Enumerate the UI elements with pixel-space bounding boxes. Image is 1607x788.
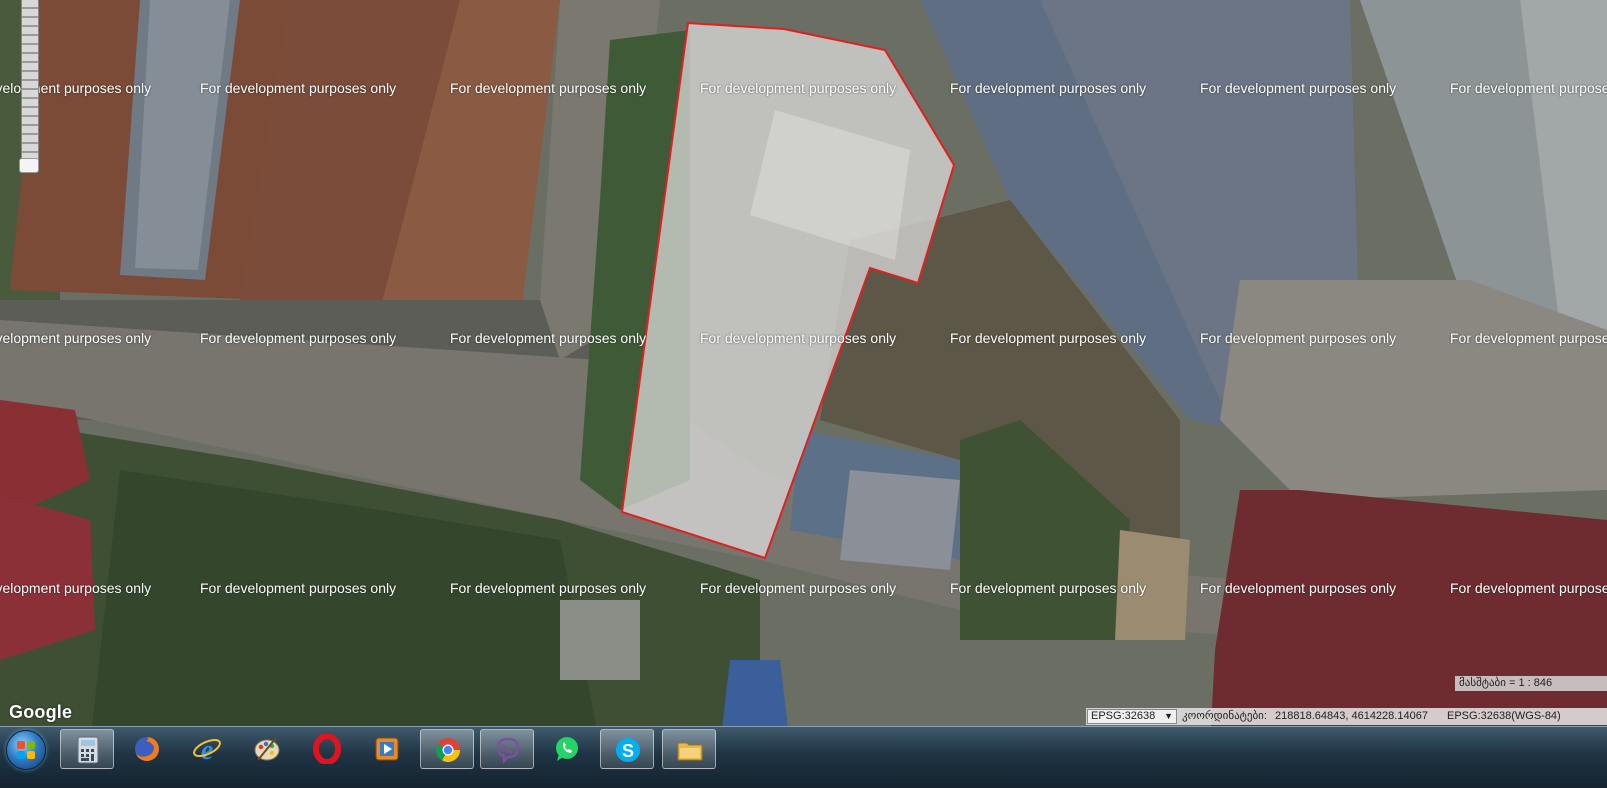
viber-icon [496, 737, 520, 765]
opera-icon [313, 734, 341, 764]
svg-text:S: S [622, 741, 634, 761]
whatsapp-icon [556, 737, 578, 761]
taskbar-skype[interactable]: S [600, 729, 654, 769]
satellite-imagery [0, 0, 1607, 745]
folder-icon [677, 742, 703, 761]
taskbar-chrome[interactable] [420, 729, 474, 769]
chrome-icon [435, 738, 460, 763]
coordinates-label: კოორდინატები: [1182, 710, 1267, 722]
taskbar-media-player[interactable] [360, 729, 414, 769]
calculator-icon [77, 736, 99, 764]
epsg-info: EPSG:32638(WGS-84) [1447, 710, 1561, 722]
taskbar-file-explorer[interactable] [662, 729, 716, 769]
internet-explorer-icon: e [193, 735, 221, 764]
firefox-icon [135, 737, 159, 761]
taskbar: e S [0, 726, 1607, 788]
taskbar-paint[interactable] [240, 729, 294, 769]
taskbar-viber[interactable] [480, 729, 534, 769]
zoom-track[interactable] [21, 0, 39, 160]
taskbar-calculator[interactable] [60, 729, 114, 769]
epsg-selected-value: EPSG:32638 [1091, 710, 1156, 722]
windows-logo-icon [17, 741, 35, 759]
taskbar-firefox[interactable] [120, 729, 174, 769]
epsg-dropdown[interactable]: EPSG:32638 ▼ [1087, 709, 1177, 724]
skype-icon: S [616, 738, 640, 762]
taskbar-whatsapp[interactable] [540, 729, 594, 769]
start-button[interactable] [6, 730, 46, 770]
dropdown-arrow-icon: ▼ [1164, 711, 1173, 721]
media-player-icon [375, 737, 399, 761]
zoom-handle[interactable] [19, 158, 39, 173]
coordinates-value: 218818.64843, 4614228.14067 [1275, 710, 1428, 722]
map-view[interactable]: For development purposes onlyFor develop… [0, 0, 1607, 745]
paint-palette-icon [254, 737, 280, 761]
google-logo: Google [9, 702, 73, 722]
taskbar-opera[interactable] [300, 729, 354, 769]
map-scale: მასშტაბი = 1 : 846 [1455, 676, 1607, 691]
taskbar-internet-explorer[interactable]: e [180, 729, 234, 769]
coordinate-status-bar: EPSG:32638 ▼ კოორდინატები: 218818.64843,… [1086, 708, 1607, 725]
zoom-slider[interactable] [19, 0, 39, 176]
